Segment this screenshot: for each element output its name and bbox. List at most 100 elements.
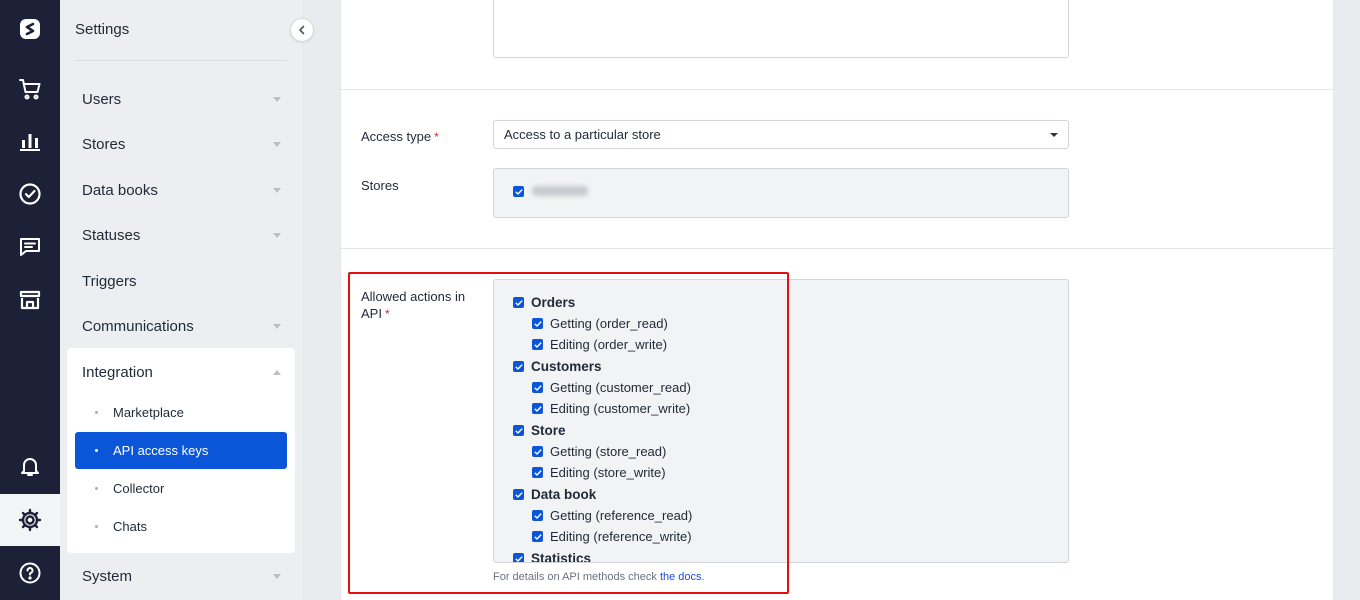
sidebar-item-label: Statuses (82, 226, 141, 244)
logo-icon-svg (20, 19, 40, 39)
sidebar-item-label: Users (82, 90, 122, 108)
access-type-label-text: Access type (361, 129, 432, 144)
bullet-icon (95, 524, 98, 528)
required-mark: * (434, 130, 439, 144)
sidebar-item-stores[interactable]: Stores (82, 132, 281, 156)
permission-checkbox[interactable] (532, 446, 543, 457)
docs-link[interactable]: the docs (660, 571, 702, 583)
check-icon (515, 363, 522, 370)
chevron-down-icon (273, 573, 281, 579)
bullet-icon (95, 486, 98, 490)
group-checkbox[interactable] (513, 553, 524, 562)
chevron-down-icon (273, 232, 281, 238)
permission-item[interactable]: Getting (reference_read) (532, 508, 692, 523)
permission-item[interactable]: Getting (order_read) (532, 316, 668, 331)
help-icon[interactable] (0, 547, 60, 599)
sidebar-subitem-chats[interactable]: Chats (75, 508, 287, 544)
permission-item[interactable]: Getting (customer_read) (532, 380, 691, 395)
sidebar-title: Settings (75, 21, 130, 38)
sidebar-item-system[interactable]: System (82, 564, 281, 588)
access-type-select[interactable]: Access to a particular store (493, 120, 1069, 149)
sidebar-item-triggers[interactable]: Triggers (82, 269, 278, 293)
permission-item-label: Getting (store_read) (550, 444, 667, 459)
sidebar-subitem-collector[interactable]: Collector (75, 470, 287, 506)
permission-group-label: Statistics (531, 551, 592, 563)
permission-item[interactable]: Getting (store_read) (532, 444, 666, 459)
sidebar-item-label: Communications (82, 317, 194, 335)
section-divider (341, 89, 1335, 90)
check-icon (534, 405, 541, 412)
permission-group[interactable]: Orders (513, 295, 575, 310)
permission-checkbox[interactable] (532, 467, 543, 478)
permission-checkbox[interactable] (532, 382, 543, 393)
stores-box (493, 168, 1069, 218)
permission-item[interactable]: Editing (order_write) (532, 337, 667, 352)
allowed-actions-label: Allowed actions in API * (361, 288, 481, 323)
chevron-left-icon (299, 25, 305, 35)
sidebar-item-label: System (82, 567, 133, 585)
permission-group[interactable]: Customers (513, 359, 602, 374)
permission-checkbox[interactable] (532, 510, 543, 521)
cart-icon[interactable] (0, 63, 60, 115)
access-type-value: Access to a particular store (504, 127, 661, 142)
description-textarea[interactable] (493, 0, 1069, 58)
stores-label: Stores (361, 178, 399, 193)
sidebar-item-integration[interactable]: Integration (82, 360, 281, 384)
check-icon (534, 533, 541, 540)
permission-item[interactable]: Editing (store_write) (532, 465, 666, 480)
bullet-icon (95, 410, 98, 414)
group-checkbox[interactable] (513, 361, 524, 372)
check-icon (515, 188, 522, 195)
access-type-label: Access type * (361, 128, 439, 146)
permission-item-label: Editing (store_write) (550, 465, 666, 480)
sidebar-subitem-label: API access keys (113, 443, 209, 458)
check-icon (515, 299, 522, 306)
help-text: For details on API methods check the doc… (493, 571, 705, 583)
sidebar-item-communications[interactable]: Communications (82, 314, 281, 338)
permission-group[interactable]: Store (513, 423, 566, 438)
analytics-icon[interactable] (0, 115, 60, 167)
bell-icon[interactable] (0, 440, 60, 492)
sidebar-collapse-button[interactable] (290, 18, 314, 42)
permission-item-label: Getting (order_read) (550, 316, 668, 331)
gear-icon[interactable] (0, 494, 60, 546)
section-divider (341, 248, 1335, 249)
sidebar-subitem-label: Collector (113, 480, 165, 496)
permission-item[interactable]: Editing (reference_write) (532, 529, 692, 544)
permission-group[interactable]: Data book (513, 487, 596, 502)
sidebar-item-users[interactable]: Users (82, 87, 281, 111)
permission-item[interactable]: Editing (customer_write) (532, 401, 690, 416)
group-checkbox[interactable] (513, 297, 524, 308)
allowed-actions-label-text: Allowed actions in API (361, 289, 466, 321)
store-icon[interactable] (0, 274, 60, 326)
permission-checkbox[interactable] (532, 339, 543, 350)
permission-checkbox[interactable] (532, 403, 543, 414)
permission-group-label: Customers (531, 359, 602, 374)
permission-checkbox[interactable] (532, 531, 543, 542)
store-checkbox[interactable] (513, 186, 524, 197)
allowed-actions-box: Orders Getting (order_read) Editing (order… (493, 279, 1069, 563)
sidebar-subitem-api-access-keys[interactable]: API access keys (75, 432, 287, 469)
check-icon (534, 512, 541, 519)
sidebar-subitem-marketplace[interactable]: Marketplace (75, 394, 287, 430)
sidebar-item-label: Data books (82, 181, 158, 199)
bullet-icon (95, 449, 98, 452)
sidebar-item-label: Triggers (82, 272, 137, 290)
permission-item-label: Editing (order_write) (550, 337, 668, 352)
group-checkbox[interactable] (513, 489, 524, 500)
chat-icon[interactable] (0, 221, 60, 273)
permission-group[interactable]: Statistics (513, 551, 592, 563)
sidebar-item-statuses[interactable]: Statuses (82, 223, 281, 247)
settings-sidebar: Settings Users Stores Data books Statuse… (60, 0, 302, 600)
permission-checkbox[interactable] (532, 318, 543, 329)
sidebar-subitem-label: Chats (113, 518, 147, 534)
permission-item-label: Getting (reference_read) (550, 508, 693, 523)
group-checkbox[interactable] (513, 425, 524, 436)
help-text-suffix: . (701, 571, 705, 583)
sidebar-item-data-books[interactable]: Data books (82, 178, 281, 202)
check-icon (534, 341, 541, 348)
tasks-icon[interactable] (0, 168, 60, 220)
chevron-down-icon (273, 141, 281, 147)
logo-icon[interactable] (0, 3, 60, 55)
help-text-prefix: For details on API methods check (493, 571, 657, 583)
